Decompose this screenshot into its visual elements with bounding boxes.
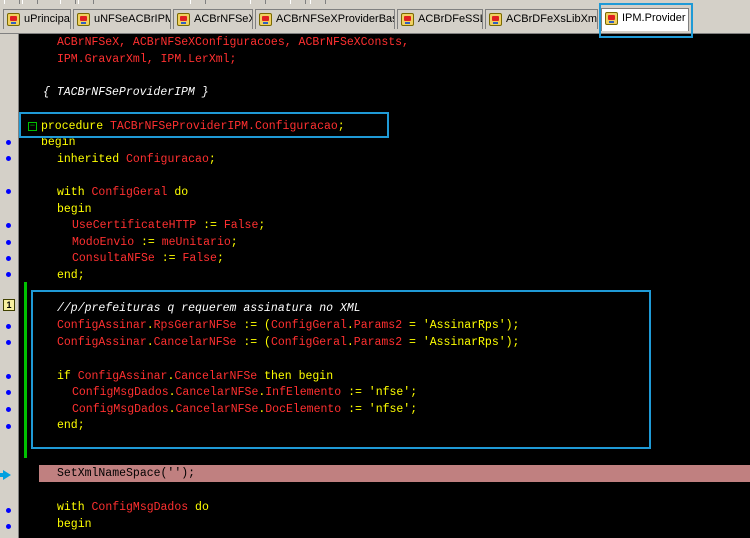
tab-acbrnfsex[interactable]: ACBrNFSeX [173, 9, 253, 29]
breakpoint-line-marker[interactable] [6, 272, 11, 277]
editor-tab-bar: uPrincipal uNFSeACBrIPM ACBrNFSeX ACBrNF… [0, 5, 750, 34]
breakpoint-line-marker[interactable] [6, 223, 11, 228]
unit-file-icon [7, 13, 20, 26]
collapse-icon[interactable]: − [28, 122, 37, 131]
code-line: IPM.GravarXml, IPM.LerXml; [57, 53, 237, 66]
tab-label: ACBrNFSeXProviderBase [276, 13, 395, 25]
breakpoint-line-marker[interactable] [6, 240, 11, 245]
toolbar-button[interactable] [60, 0, 76, 4]
tab-uprincipal[interactable]: uPrincipal [3, 9, 71, 29]
bookmark-icon[interactable]: 1 [3, 299, 15, 311]
code-line: with ConfigGeral do [57, 186, 189, 199]
code-line: begin [57, 518, 92, 531]
code-line: if ConfigAssinar.CancelarNFSe then begin [57, 370, 334, 383]
unit-file-icon [77, 13, 90, 26]
code-line: ConsultaNFSe := False; [72, 252, 224, 265]
unit-file-icon [259, 13, 272, 26]
unit-file-icon [177, 13, 190, 26]
toolbar-button[interactable] [22, 0, 38, 4]
code-line: end; [57, 269, 85, 282]
code-line: inherited Configuracao; [57, 153, 216, 166]
code-line: { TACBrNFSeProviderIPM } [43, 86, 209, 99]
tab-ipm-provider[interactable]: IPM.Provider [601, 8, 689, 31]
breakpoint-line-marker[interactable] [6, 524, 11, 529]
breakpoint-line-marker[interactable] [6, 508, 11, 513]
toolbar-button[interactable] [250, 0, 266, 4]
tab-acbrdfessl[interactable]: ACBrDFeSSL [397, 9, 483, 29]
modified-lines-bar [24, 282, 27, 458]
breakpoint-line-marker[interactable] [6, 189, 11, 194]
tab-label: uNFSeACBrIPM [94, 13, 171, 25]
tab-label: uPrincipal [24, 13, 71, 25]
breakpoint-line-marker[interactable] [6, 407, 11, 412]
code-line: begin [41, 136, 76, 149]
tab-label: ACBrDFeSSL [418, 13, 483, 25]
breakpoint-line-marker[interactable] [6, 324, 11, 329]
code-line-comment: //p/prefeituras q requerem assinatura no… [57, 302, 361, 315]
toolbar-button[interactable] [290, 0, 306, 4]
toolbar-button[interactable] [310, 0, 326, 4]
tab-unfseacbripm[interactable]: uNFSeACBrIPM [73, 9, 171, 29]
execution-point-arrow-icon [0, 470, 11, 480]
code-line: ACBrNFSeX, ACBrNFSeXConfiguracoes, ACBrN… [57, 36, 409, 49]
breakpoint-line-marker[interactable] [6, 390, 11, 395]
code-line: ConfigMsgDados.CancelarNFSe.InfElemento … [72, 386, 418, 399]
tab-label: IPM.Provider [622, 12, 686, 24]
code-line: ModoEnvio := meUnitario; [72, 236, 238, 249]
code-line: UseCertificateHTTP := False; [72, 219, 266, 232]
tab-label: ACBrNFSeX [194, 13, 253, 25]
unit-file-icon [605, 12, 618, 25]
code-line: ConfigAssinar.CancelarNFSe := (ConfigGer… [57, 336, 520, 349]
unit-file-icon [489, 13, 502, 26]
breakpoint-line-marker[interactable] [6, 140, 11, 145]
breakpoint-line-marker[interactable] [6, 424, 11, 429]
breakpoint-line-marker[interactable] [6, 340, 11, 345]
breakpoint-line-marker[interactable] [6, 156, 11, 161]
code-line: begin [57, 203, 92, 216]
code-line: end; [57, 419, 85, 432]
code-line-procedure: procedure TACBrNFSeProviderIPM.Configura… [41, 120, 345, 133]
ide-window: uPrincipal uNFSeACBrIPM ACBrNFSeX ACBrNF… [0, 0, 750, 538]
toolbar-button[interactable] [4, 0, 20, 4]
tab-acbrdfexslibxml2[interactable]: ACBrDFeXsLibXml2 [485, 9, 598, 29]
toolbar-button[interactable] [190, 0, 206, 4]
toolbar-button[interactable] [78, 0, 94, 4]
editor-gutter[interactable]: 1 [0, 34, 19, 538]
tab-label: ACBrDFeXsLibXml2 [506, 13, 598, 25]
unit-file-icon [401, 13, 414, 26]
code-line: ConfigAssinar.RpsGerarNFSe := (ConfigGer… [57, 319, 520, 332]
code-line: with ConfigMsgDados do [57, 501, 209, 514]
breakpoint-line-marker[interactable] [6, 374, 11, 379]
breakpoint-line-marker[interactable] [6, 256, 11, 261]
code-line: ConfigMsgDados.CancelarNFSe.DocElemento … [72, 403, 418, 416]
tab-acbrnfsexproviderbase[interactable]: ACBrNFSeXProviderBase [255, 9, 395, 29]
code-editor[interactable]: − ACBrNFSeX, ACBrNFSeXConfiguracoes, ACB… [19, 34, 750, 538]
code-line-execution-point: SetXmlNameSpace(''); [57, 467, 196, 480]
